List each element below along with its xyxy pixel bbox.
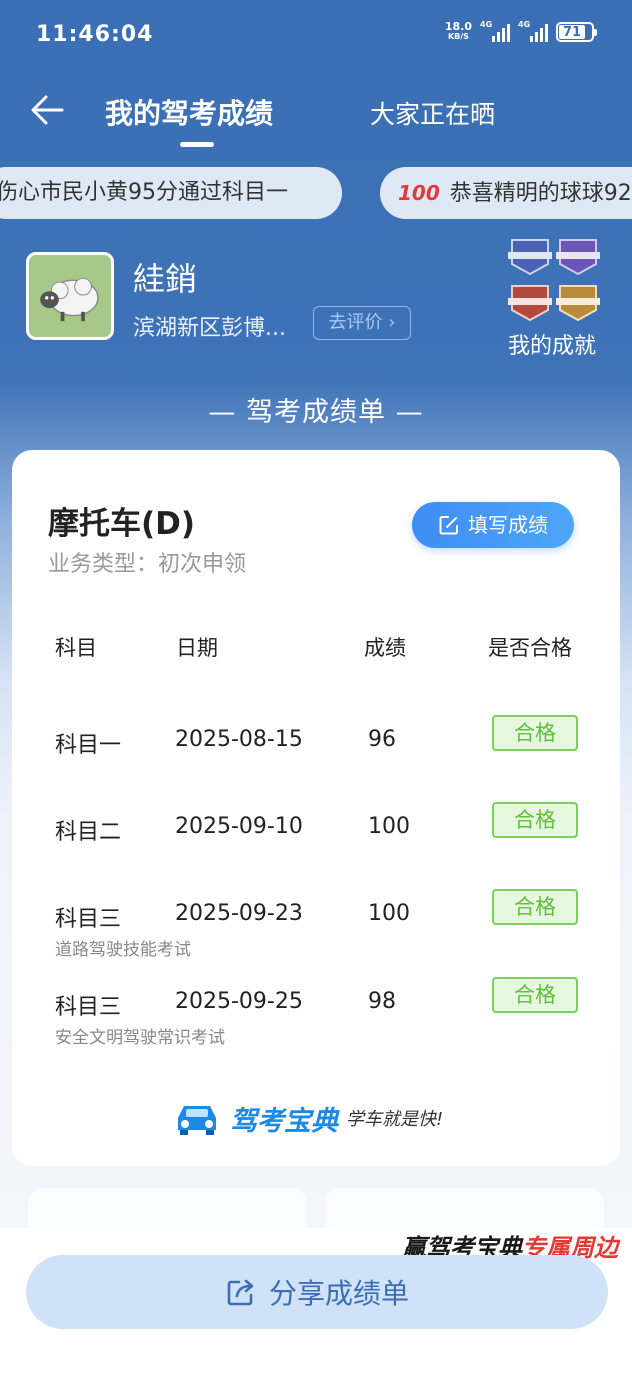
fill-scores-button[interactable]: 填写成绩 (412, 502, 574, 548)
sheep-icon (40, 277, 99, 322)
signal-icon-2: 4G (518, 20, 548, 42)
business-type: 业务类型：初次申领 (48, 552, 247, 577)
tab-my-scores[interactable]: 我的驾考成绩 (105, 92, 273, 132)
table-row: 科目三 2025-09-23 100 合格 道路驾驶技能考试 (12, 889, 620, 961)
status-badge: 合格 (492, 889, 578, 925)
achievement-badges-icon[interactable] (506, 234, 606, 330)
status-time: 11:46:04 (36, 22, 154, 47)
ticker-item[interactable]: 100 恭喜精明的球球92 (380, 167, 632, 219)
hundred-emoji-icon: 100 (398, 181, 440, 205)
status-icons: 18.0 KB/S 4G 4G 71 (444, 20, 597, 42)
header-score: 成绩 (364, 636, 406, 660)
ticker-item[interactable]: 伤心市民小黄95分通过科目一 (0, 167, 342, 219)
avatar[interactable] (26, 252, 114, 340)
network-speed: 18.0 KB/S (444, 20, 472, 41)
battery-icon: 71 (556, 22, 597, 42)
user-name: 絓銷 (133, 260, 198, 298)
top-nav: 我的驾考成绩 大家正在晒 (0, 78, 632, 148)
brand-logo: 驾考宝典 学车就是快! (172, 1098, 443, 1138)
driving-school-name[interactable]: 滨湖新区彭博... (133, 310, 286, 342)
car-logo-icon (178, 1106, 216, 1135)
table-row: 科目三 2025-09-25 98 合格 安全文明驾驶常识考试 (12, 977, 620, 1049)
share-score-button[interactable]: 分享成绩单 (26, 1255, 608, 1329)
section-title: — 驾考成绩单 — (208, 397, 424, 428)
exam-subtitle: 道路驾驶技能考试 (55, 940, 191, 960)
share-icon (227, 1279, 254, 1306)
status-badge: 合格 (492, 715, 578, 751)
rate-button[interactable]: 去评价 › (313, 306, 411, 340)
ticker-bar: 伤心市民小黄95分通过科目一 100 恭喜精明的球球92 (0, 167, 632, 219)
my-achievements-label[interactable]: 我的成就 (508, 328, 596, 360)
exam-subtitle: 安全文明驾驶常识考试 (55, 1028, 225, 1048)
status-badge: 合格 (492, 802, 578, 838)
status-badge: 合格 (492, 977, 578, 1013)
header-passed: 是否合格 (488, 636, 572, 660)
signal-icon: 4G (480, 20, 510, 42)
table-row: 科目二 2025-09-10 100 合格 (12, 802, 620, 874)
brand-slogan: 学车就是快! (346, 1109, 444, 1130)
header-subject: 科目 (55, 636, 97, 660)
tab-everyone-sharing[interactable]: 大家正在晒 (370, 95, 495, 131)
edit-icon (439, 516, 458, 535)
active-tab-indicator (180, 142, 214, 147)
table-row: 科目一 2025-08-15 96 合格 (12, 715, 620, 787)
brand-name: 驾考宝典 (230, 1105, 338, 1137)
status-bar: 11:46:04 18.0 KB/S 4G 4G 71 (0, 0, 632, 74)
header-date: 日期 (176, 636, 218, 660)
vehicle-type: 摩托车(D) (48, 506, 196, 542)
profile-section: 絓銷 滨湖新区彭博... 去评价 › 我的成就 (26, 239, 616, 370)
score-card: 摩托车(D) 业务类型：初次申领 填写成绩 科目 日期 成绩 是否合格 科目一 … (12, 450, 620, 1166)
back-arrow-icon[interactable] (28, 90, 68, 130)
